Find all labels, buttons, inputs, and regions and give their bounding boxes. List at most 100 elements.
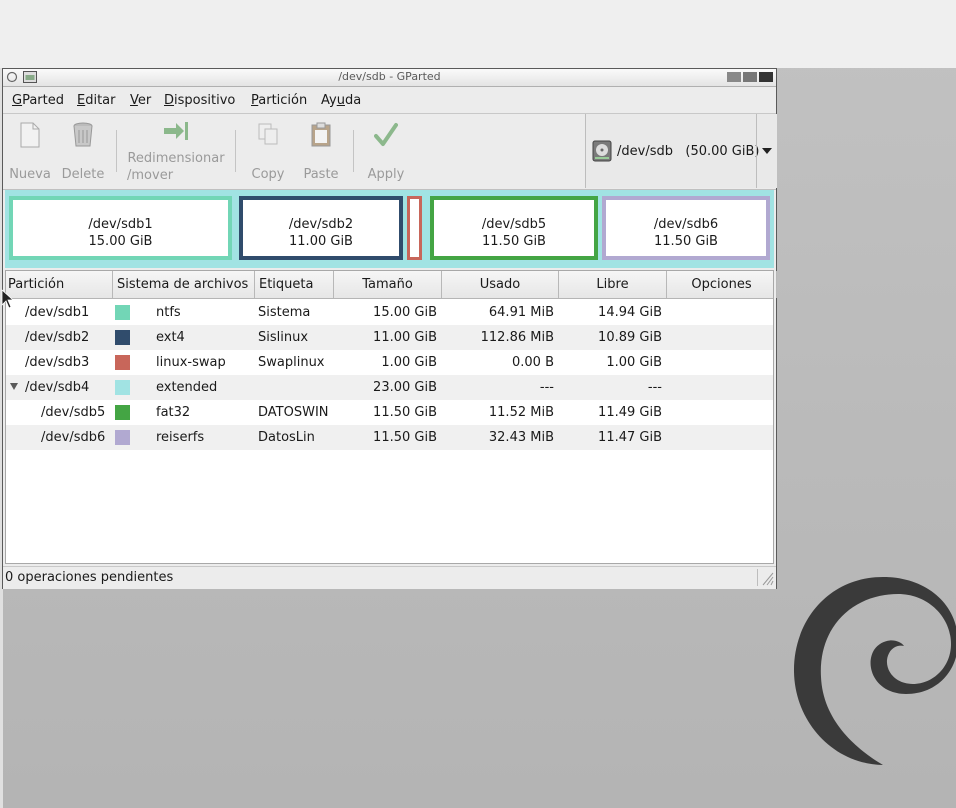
cell-label: DatosLin — [258, 430, 315, 445]
device-dropdown-toggle[interactable] — [756, 114, 778, 188]
table-row[interactable]: /dev/sdb1 ntfs Sistema 15.00 GiB 64.91 M… — [6, 300, 773, 325]
close-button[interactable] — [759, 72, 773, 82]
menu-ver[interactable]: Ver — [130, 93, 151, 108]
table-row[interactable]: /dev/sdb5 fat32 DATOSWIN 11.50 GiB 11.52… — [6, 400, 773, 425]
toolbar: Nueva Delete Redimensionar/mover Copy Pa… — [3, 114, 777, 190]
table-header: Partición Sistema de archivos Etiqueta T… — [6, 271, 777, 299]
new-document-icon — [20, 122, 40, 148]
cell-filesystem: ntfs — [156, 305, 181, 320]
delete-partition-label: Delete — [61, 167, 105, 182]
cell-label: DATOSWIN — [258, 405, 329, 420]
menu-dispositivo-mnemonic: D — [164, 93, 175, 108]
cell-label: Sislinux — [258, 330, 309, 345]
table-row[interactable]: /dev/sdb3 linux-swap Swaplinux 1.00 GiB … — [6, 350, 773, 375]
partition-map-name: /dev/sdb5 — [481, 217, 547, 232]
partition-map-size: 11.50 GiB — [482, 234, 546, 249]
gparted-window: /dev/sdb - GParted GParted Editar Ver Di… — [2, 68, 777, 589]
column-header-sistema-archivos[interactable]: Sistema de archivos — [113, 271, 255, 298]
menu-ver-label: er — [137, 93, 152, 108]
new-partition-button[interactable]: Nueva — [6, 114, 54, 189]
paste-button[interactable]: Paste — [296, 114, 346, 189]
partition-map-size: 11.00 GiB — [289, 234, 353, 249]
cell-partition: /dev/sdb5 — [41, 405, 106, 420]
menu-particion-label: artición — [258, 93, 308, 108]
column-header-libre[interactable]: Libre — [559, 271, 667, 298]
resize-move-label-line2: /mover — [127, 168, 174, 183]
device-selector[interactable]: /dev/sdb (50.00 GiB) — [585, 114, 777, 188]
cell-filesystem: linux-swap — [156, 355, 226, 370]
cell-partition: /dev/sdb4 — [25, 380, 90, 395]
cell-free: 1.00 GiB — [606, 355, 662, 370]
partition-map-size: 11.50 GiB — [654, 234, 718, 249]
filesystem-color-swatch — [115, 330, 130, 345]
menu-ayuda[interactable]: Ayuda — [321, 93, 361, 108]
delete-partition-button[interactable]: Delete — [58, 114, 108, 189]
copy-button[interactable]: Copy — [243, 114, 293, 189]
menu-particion[interactable]: Partición — [251, 93, 307, 108]
cell-filesystem: extended — [156, 380, 218, 395]
cell-used: 64.91 MiB — [488, 305, 554, 320]
partition-table: Partición Sistema de archivos Etiqueta T… — [5, 270, 777, 564]
menu-dispositivo-label: ispositivo — [174, 93, 236, 108]
partition-map-size: 15.00 GiB — [88, 234, 153, 249]
filesystem-color-swatch — [115, 380, 130, 395]
window-titlebar[interactable]: /dev/sdb - GParted — [3, 69, 776, 87]
cell-size: 23.00 GiB — [373, 380, 437, 395]
partition-map-sdb6[interactable]: /dev/sdb6 11.50 GiB — [602, 196, 770, 260]
cell-free: 11.49 GiB — [598, 405, 662, 420]
menu-dispositivo[interactable]: Dispositivo — [164, 93, 235, 108]
cell-partition: /dev/sdb2 — [25, 330, 90, 345]
trash-icon — [73, 122, 93, 147]
cell-filesystem: reiserfs — [156, 430, 205, 445]
menu-editar[interactable]: Editar — [77, 93, 116, 108]
paste-label: Paste — [303, 167, 339, 182]
menu-ayuda-mnemonic: u — [336, 93, 345, 108]
column-header-particion[interactable]: Partición — [6, 271, 113, 298]
partition-map-sdb2[interactable]: /dev/sdb2 11.00 GiB — [239, 196, 403, 260]
filesystem-color-swatch — [115, 305, 130, 320]
cell-used: 112.86 MiB — [480, 330, 554, 345]
cell-free: 10.89 GiB — [598, 330, 662, 345]
collapse-triangle-icon[interactable] — [10, 383, 18, 390]
menu-gparted[interactable]: GParted — [12, 93, 64, 108]
mouse-pointer-icon — [1, 289, 13, 309]
device-label: /dev/sdb (50.00 GiB) — [617, 144, 760, 159]
column-header-etiqueta[interactable]: Etiqueta — [255, 271, 334, 298]
resize-arrow-icon — [164, 122, 188, 140]
table-row[interactable]: /dev/sdb2 ext4 Sislinux 11.00 GiB 112.86… — [6, 325, 773, 350]
partition-map-name: /dev/sdb6 — [653, 217, 719, 232]
column-header-tamano[interactable]: Tamaño — [334, 271, 442, 298]
clipboard-paste-icon — [311, 122, 331, 147]
menu-ver-mnemonic: V — [130, 93, 138, 108]
resize-grip-icon[interactable] — [760, 569, 774, 586]
table-row[interactable]: /dev/sdb4 extended 23.00 GiB --- --- — [6, 375, 773, 400]
maximize-button[interactable] — [743, 72, 757, 82]
cell-used: 32.43 MiB — [488, 430, 554, 445]
checkmark-icon — [374, 123, 398, 146]
chevron-down-icon — [762, 148, 772, 154]
table-row[interactable]: /dev/sdb6 reiserfs DatosLin 11.50 GiB 32… — [6, 425, 773, 450]
cell-size: 11.50 GiB — [373, 430, 437, 445]
partition-map-sdb3-swap[interactable] — [407, 196, 422, 260]
filesystem-color-swatch — [115, 355, 130, 370]
status-separator — [757, 569, 758, 586]
resize-move-button[interactable]: Redimensionar/mover — [124, 114, 228, 189]
menu-gparted-mnemonic: G — [12, 93, 23, 108]
resize-move-label-line1: Redimensionar — [127, 151, 225, 166]
partition-map-sdb5[interactable]: /dev/sdb5 11.50 GiB — [430, 196, 598, 260]
toolbar-separator — [116, 130, 117, 172]
filesystem-color-swatch — [115, 405, 130, 420]
menu-editar-label: ditar — [85, 93, 116, 108]
apply-button[interactable]: Apply — [361, 114, 411, 189]
cell-size: 11.00 GiB — [373, 330, 437, 345]
column-header-usado[interactable]: Usado — [442, 271, 559, 298]
column-header-opciones[interactable]: Opciones — [667, 271, 777, 298]
cell-filesystem: ext4 — [156, 330, 185, 345]
cell-partition: /dev/sdb3 — [25, 355, 90, 370]
toolbar-separator — [353, 130, 354, 172]
partition-map-sdb1[interactable]: /dev/sdb1 15.00 GiB — [9, 196, 232, 260]
cell-free: 11.47 GiB — [598, 430, 662, 445]
minimize-button[interactable] — [727, 72, 741, 82]
new-partition-label: Nueva — [9, 167, 51, 182]
debian-swirl-logo — [793, 577, 956, 765]
